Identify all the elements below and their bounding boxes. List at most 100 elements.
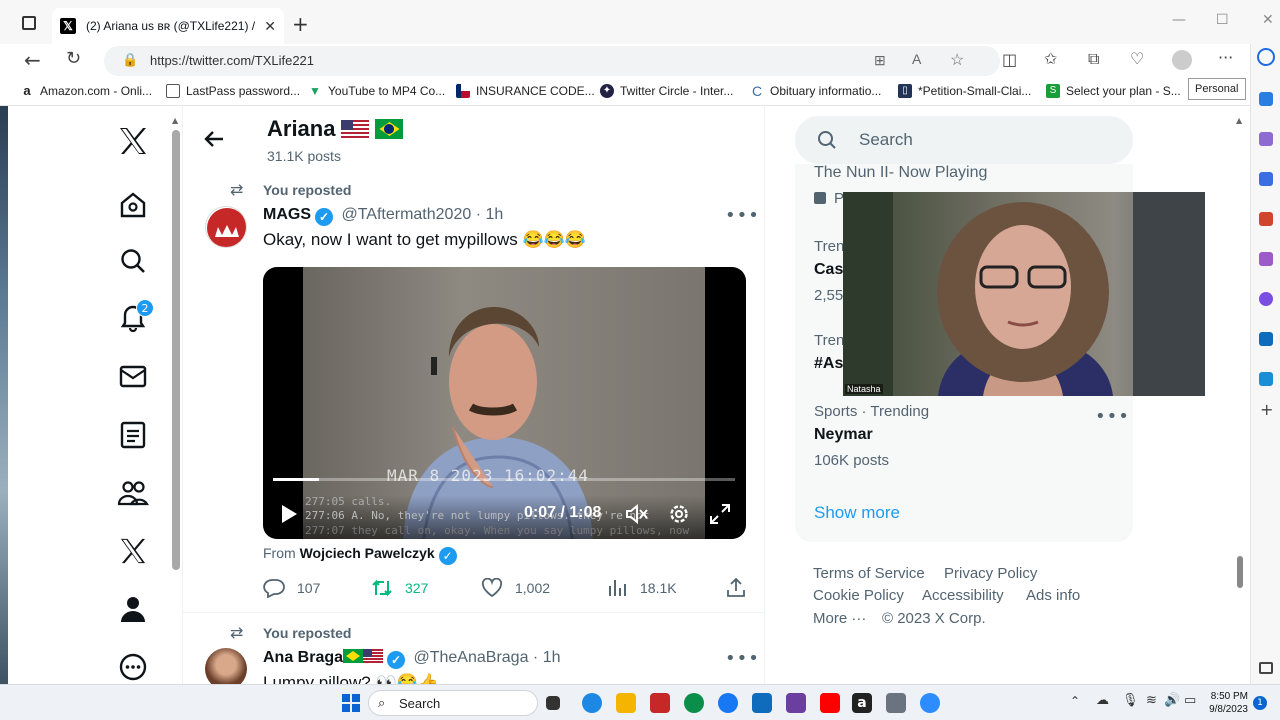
hide-sidebar-icon[interactable] bbox=[1259, 662, 1273, 674]
zoom-icon[interactable] bbox=[920, 693, 940, 713]
outlook-icon[interactable] bbox=[752, 693, 772, 713]
favorite-star-icon[interactable]: ☆ bbox=[950, 50, 964, 70]
facebook-icon[interactable] bbox=[718, 693, 738, 713]
taskbar-search[interactable]: ⌕ Search bbox=[368, 690, 538, 716]
browser-essentials-icon[interactable]: ♡ bbox=[1130, 49, 1144, 68]
more-options-icon[interactable]: ••• bbox=[725, 648, 760, 669]
search-input[interactable]: Search bbox=[795, 116, 1133, 164]
outlook-icon[interactable] bbox=[1259, 332, 1273, 346]
send-icon[interactable] bbox=[1259, 372, 1273, 386]
trend-more-icon[interactable]: ••• bbox=[1095, 406, 1130, 427]
new-tab-icon[interactable]: + bbox=[292, 12, 309, 36]
trend-title[interactable]: The Nun II- Now Playing bbox=[814, 164, 987, 182]
cookie-link[interactable]: Cookie Policy bbox=[813, 587, 904, 604]
bookmark-item[interactable]: INSURANCE CODE... bbox=[456, 84, 595, 98]
play-button[interactable] bbox=[279, 503, 299, 529]
page-scrollbar[interactable]: ▲ bbox=[1236, 116, 1244, 676]
show-hidden-icons[interactable]: ⌃ bbox=[1070, 694, 1080, 708]
nav-notifications[interactable]: 2 bbox=[114, 298, 154, 336]
search-sidebar-icon[interactable] bbox=[1257, 48, 1275, 66]
video-source-author[interactable]: Wojciech Pawelczyk bbox=[300, 545, 435, 561]
trend-name[interactable]: Cas bbox=[814, 261, 843, 279]
reply-button[interactable]: 107 bbox=[263, 578, 320, 598]
bookmark-item[interactable]: ✦ Twitter Circle - Inter... bbox=[600, 84, 733, 98]
m365-icon[interactable] bbox=[1259, 292, 1273, 306]
notification-count-badge[interactable]: 1 bbox=[1253, 696, 1267, 710]
profile-avatar-icon[interactable] bbox=[1172, 50, 1192, 70]
accessibility-link[interactable]: Accessibility bbox=[922, 587, 1004, 604]
copilot-icon[interactable] bbox=[1259, 132, 1273, 146]
maximize-icon[interactable]: ☐ bbox=[1216, 12, 1229, 28]
favorites-icon[interactable]: ✩ bbox=[1044, 49, 1057, 68]
split-screen-icon[interactable]: ◫ bbox=[1002, 50, 1017, 69]
share-button[interactable] bbox=[725, 578, 759, 598]
bookmark-item[interactable]: ▼ YouTube to MP4 Co... bbox=[308, 84, 445, 98]
toolbox-icon[interactable] bbox=[1259, 212, 1273, 226]
video-progress-bar[interactable] bbox=[273, 478, 735, 481]
nav-explore[interactable] bbox=[114, 242, 152, 280]
scroll-up-icon[interactable]: ▲ bbox=[172, 116, 178, 125]
bookmark-item[interactable]: S Select your plan - S... bbox=[1046, 84, 1181, 98]
add-sidebar-icon[interactable]: + bbox=[1260, 400, 1273, 419]
avatar[interactable] bbox=[205, 206, 247, 248]
microphone-icon[interactable]: 🎙 bbox=[1122, 693, 1139, 708]
video-player[interactable]: MAR 8 2023 16:02:44 277:05 calls. 277:06… bbox=[263, 267, 746, 539]
mute-button[interactable] bbox=[625, 503, 649, 529]
battery-icon[interactable]: ▭ bbox=[1184, 693, 1196, 708]
wifi-icon[interactable]: ≋ bbox=[1146, 693, 1157, 708]
nav-home[interactable] bbox=[114, 186, 152, 224]
edge-icon[interactable] bbox=[684, 693, 704, 713]
app-available-icon[interactable]: ⊞ bbox=[874, 52, 886, 69]
repost-button[interactable]: 327 bbox=[371, 578, 428, 598]
scroll-up-icon[interactable]: ▲ bbox=[1236, 116, 1242, 125]
fullscreen-button[interactable] bbox=[709, 503, 731, 529]
footer-more-link[interactable]: More ··· bbox=[813, 610, 866, 627]
refresh-icon[interactable]: ↻ bbox=[66, 48, 81, 69]
camera-icon[interactable] bbox=[886, 693, 906, 713]
nav-lists[interactable] bbox=[114, 416, 152, 454]
bookmark-item[interactable]: LastPass password... bbox=[166, 84, 300, 98]
scrollbar-thumb[interactable] bbox=[172, 130, 180, 570]
volume-icon[interactable]: 🔊 bbox=[1164, 693, 1180, 708]
nav-profile[interactable] bbox=[114, 590, 152, 628]
trend-name[interactable]: Neymar bbox=[814, 426, 873, 444]
read-aloud-icon[interactable]: A bbox=[912, 51, 921, 67]
like-button[interactable]: 1,002 bbox=[481, 578, 550, 598]
amazon-icon[interactable]: a bbox=[852, 693, 872, 713]
close-tab-icon[interactable]: ✕ bbox=[264, 18, 276, 35]
x-logo-nav[interactable] bbox=[114, 122, 152, 160]
trend-name[interactable]: #As bbox=[814, 355, 843, 373]
tweet-author[interactable]: Ana Braga ✓ @TheAnaBraga · 1h bbox=[263, 649, 561, 669]
file-explorer-icon[interactable] bbox=[616, 693, 636, 713]
browser-tab[interactable]: 𝕏 (2) Ariana us ʙʀ (@TXLife221) / X ✕ bbox=[52, 8, 284, 44]
bookmark-item[interactable]: ▯ *Petition-Small-Clai... bbox=[898, 84, 1031, 98]
video-settings-button[interactable] bbox=[667, 502, 691, 530]
nav-messages[interactable] bbox=[114, 358, 152, 396]
store-icon[interactable] bbox=[786, 693, 806, 713]
task-view-icon[interactable] bbox=[546, 696, 560, 710]
widgets-icon[interactable] bbox=[582, 693, 602, 713]
back-icon[interactable]: ← bbox=[24, 48, 41, 72]
terms-link[interactable]: Terms of Service bbox=[813, 565, 925, 582]
mcafee-icon[interactable] bbox=[650, 693, 670, 713]
youtube-icon[interactable] bbox=[820, 693, 840, 713]
nav-more[interactable] bbox=[114, 648, 152, 686]
close-window-icon[interactable]: ✕ bbox=[1262, 12, 1274, 28]
start-windows-icon[interactable] bbox=[342, 694, 360, 712]
bookmark-item[interactable]: a Amazon.com - Onli... bbox=[20, 84, 152, 99]
minimize-icon[interactable]: — bbox=[1172, 12, 1186, 28]
privacy-link[interactable]: Privacy Policy bbox=[944, 565, 1037, 582]
cloud-icon[interactable]: ☁ bbox=[1096, 693, 1109, 708]
bell-icon[interactable] bbox=[1259, 92, 1273, 106]
scrollbar-thumb[interactable] bbox=[1237, 556, 1243, 588]
bookmark-item[interactable]: C Obituary informatio... bbox=[750, 84, 881, 98]
back-button[interactable] bbox=[203, 128, 225, 154]
tweet-author[interactable]: MAGS ✓ @TAftermath2020 · 1h bbox=[263, 206, 503, 226]
more-options-icon[interactable]: ••• bbox=[725, 205, 760, 226]
collections-icon[interactable]: ⧉ bbox=[1088, 49, 1099, 69]
taskbar-clock[interactable]: 8:50 PM 9/8/2023 bbox=[1206, 690, 1248, 716]
views-button[interactable]: 18.1K bbox=[606, 578, 677, 598]
nav-premium[interactable] bbox=[114, 532, 152, 570]
tab-actions-icon[interactable] bbox=[22, 16, 36, 30]
games-icon[interactable] bbox=[1259, 252, 1273, 266]
